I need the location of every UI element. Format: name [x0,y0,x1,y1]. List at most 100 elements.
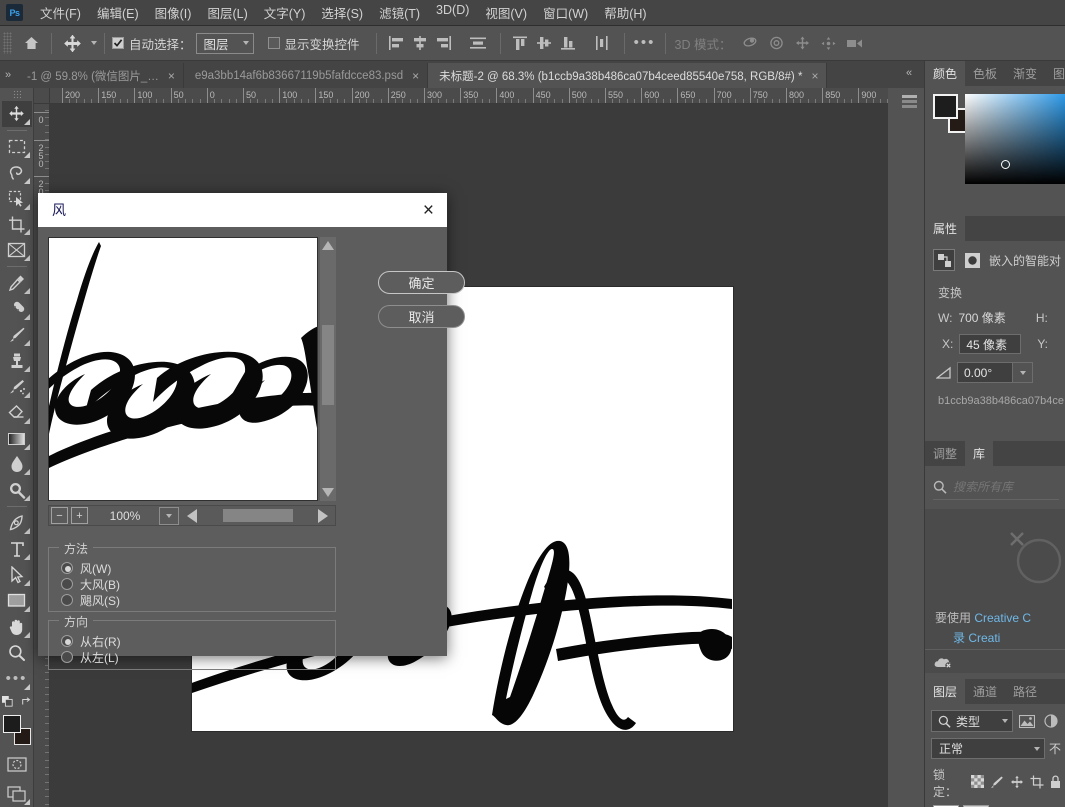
method-radio-0[interactable]: 风(W) [49,560,335,576]
document-tab-1[interactable]: e9a3bb14af6b83667119b5fafdcce83.psd × [183,63,429,88]
library-search-input[interactable] [953,479,1059,494]
menu-item-6[interactable]: 滤镜(T) [371,0,428,25]
auto-select-scope-dropdown[interactable]: 图层 [195,32,254,54]
scroll-thumb-horizontal[interactable] [222,509,293,522]
document-tab-2[interactable]: 未标题-2 @ 68.3% (b1ccb9a38b486ca07b4ceed85… [428,63,828,88]
lock-all-icon[interactable] [1050,774,1061,792]
slide-3d-icon[interactable] [815,30,841,56]
filter-adjustment-layers-icon[interactable] [1041,710,1061,732]
layer-filter-type-dropdown[interactable]: 类型 [931,710,1013,732]
distribute-horizontal-icon[interactable] [466,31,490,55]
align-right-icon[interactable] [432,31,456,55]
preview-vertical-scrollbar[interactable] [320,237,336,501]
brush-tool[interactable] [2,322,32,348]
edit-toolbar-button[interactable]: ••• [2,666,32,692]
lasso-tool[interactable] [2,160,32,186]
layers-panel-tab-2[interactable]: 路径 [1005,679,1046,704]
history-panel-icon[interactable] [900,92,920,112]
scroll-thumb-vertical[interactable] [322,325,334,405]
width-value[interactable]: 700 像素 [958,309,1005,326]
x-input[interactable]: 45 像素 [959,334,1022,354]
blur-tool[interactable] [2,452,32,478]
rectangular-marquee-tool[interactable] [2,134,32,160]
libraries-panel-tab-0[interactable]: 调整 [925,441,966,466]
tools-panel-grip[interactable] [12,90,21,99]
camera-3d-icon[interactable] [841,30,867,56]
properties-panel-tab-0[interactable]: 属性 [925,216,966,241]
color-panel-tab-2[interactable]: 渐变 [1005,61,1046,86]
dialog-title-bar[interactable]: 风 × [38,193,447,227]
library-search-row[interactable] [933,474,1059,500]
dodge-tool[interactable] [2,477,32,503]
zoom-tool[interactable] [2,640,32,666]
color-panel-tab-3[interactable]: 图 [1045,61,1065,86]
eyedropper-tool[interactable] [2,270,32,296]
menu-item-10[interactable]: 帮助(H) [596,0,654,25]
eraser-tool[interactable] [2,400,32,426]
pan-3d-icon[interactable] [789,30,815,56]
quick-selection-tool[interactable] [2,186,32,212]
rectangle-tool[interactable] [2,588,32,614]
color-spectrum-field[interactable] [964,94,1065,184]
radio-indicator[interactable] [61,651,73,663]
distribute-vertical-icon[interactable] [590,31,614,55]
ruler-corner[interactable] [34,88,50,104]
radio-indicator[interactable] [61,635,73,647]
screen-mode-button[interactable] [2,781,32,807]
angle-input[interactable]: 0.00° [957,362,1013,383]
zoom-in-button[interactable]: + [71,507,88,524]
color-panel-swatches[interactable] [931,94,973,134]
cancel-button[interactable]: 取消 [378,305,465,328]
ok-button[interactable]: 确定 [378,271,465,294]
color-swatches[interactable] [2,715,32,746]
foreground-color-swatch[interactable] [2,715,21,734]
angle-chevron-down-icon[interactable] [1013,362,1033,383]
mask-thumbnail-icon[interactable] [961,249,983,271]
document-tab-0[interactable]: -1 @ 59.8% (微信图片_… × [16,63,184,88]
menu-item-9[interactable]: 窗口(W) [535,0,596,25]
hand-tool[interactable] [2,614,32,640]
menu-item-8[interactable]: 视图(V) [477,0,535,25]
align-center-vertical-icon[interactable] [532,31,556,55]
filter-pixel-layers-icon[interactable] [1017,710,1037,732]
menu-item-3[interactable]: 图层(L) [199,0,255,25]
auto-select-checkbox[interactable] [112,37,124,49]
horizontal-ruler[interactable]: 200 150 100 50 0 50 100 150 200 250 300 350 400 450 50… [50,88,888,104]
history-brush-tool[interactable] [2,374,32,400]
type-tool[interactable] [2,536,32,562]
scroll-right-arrow-icon[interactable] [318,508,328,523]
menu-item-4[interactable]: 文字(Y) [256,0,314,25]
method-radio-2[interactable]: 飓风(S) [49,592,335,608]
show-transform-checkbox[interactable] [267,37,280,49]
radio-indicator[interactable] [61,594,73,606]
close-icon[interactable]: × [811,70,818,82]
color-panel-foreground-swatch[interactable] [933,94,958,119]
scroll-down-arrow-icon[interactable] [322,488,334,497]
options-bar-grip[interactable] [3,32,12,54]
direction-radio-0[interactable]: 从右(R) [49,633,335,649]
color-panel-tab-0[interactable]: 颜色 [925,61,966,86]
layers-panel-tab-0[interactable]: 图层 [925,679,966,704]
move-tool[interactable] [1,100,32,127]
menu-item-0[interactable]: 文件(F) [32,0,89,25]
align-top-icon[interactable] [508,31,532,55]
align-center-horizontal-icon[interactable] [408,31,432,55]
menu-item-5[interactable]: 选择(S) [313,0,371,25]
lock-position-icon[interactable] [1010,775,1024,792]
collapse-panels-icon[interactable]: « [898,62,920,84]
spot-healing-brush-tool[interactable] [2,296,32,322]
scroll-up-arrow-icon[interactable] [322,241,334,250]
preview-zoom-chevron-down-icon[interactable] [159,506,179,525]
close-icon[interactable]: × [412,70,419,82]
close-icon[interactable]: × [168,70,175,82]
clone-stamp-tool[interactable] [2,348,32,374]
crop-tool[interactable] [2,212,32,238]
menu-item-1[interactable]: 编辑(E) [89,0,147,25]
blend-mode-dropdown[interactable]: 正常 [931,738,1045,759]
lock-artboard-icon[interactable] [1030,775,1044,792]
preview-zoom-value[interactable]: 100% [94,507,156,525]
lock-image-icon[interactable] [990,775,1004,792]
menu-item-2[interactable]: 图像(I) [147,0,200,25]
menu-item-7[interactable]: 3D(D) [428,0,477,25]
move-tool-icon[interactable] [59,30,86,56]
